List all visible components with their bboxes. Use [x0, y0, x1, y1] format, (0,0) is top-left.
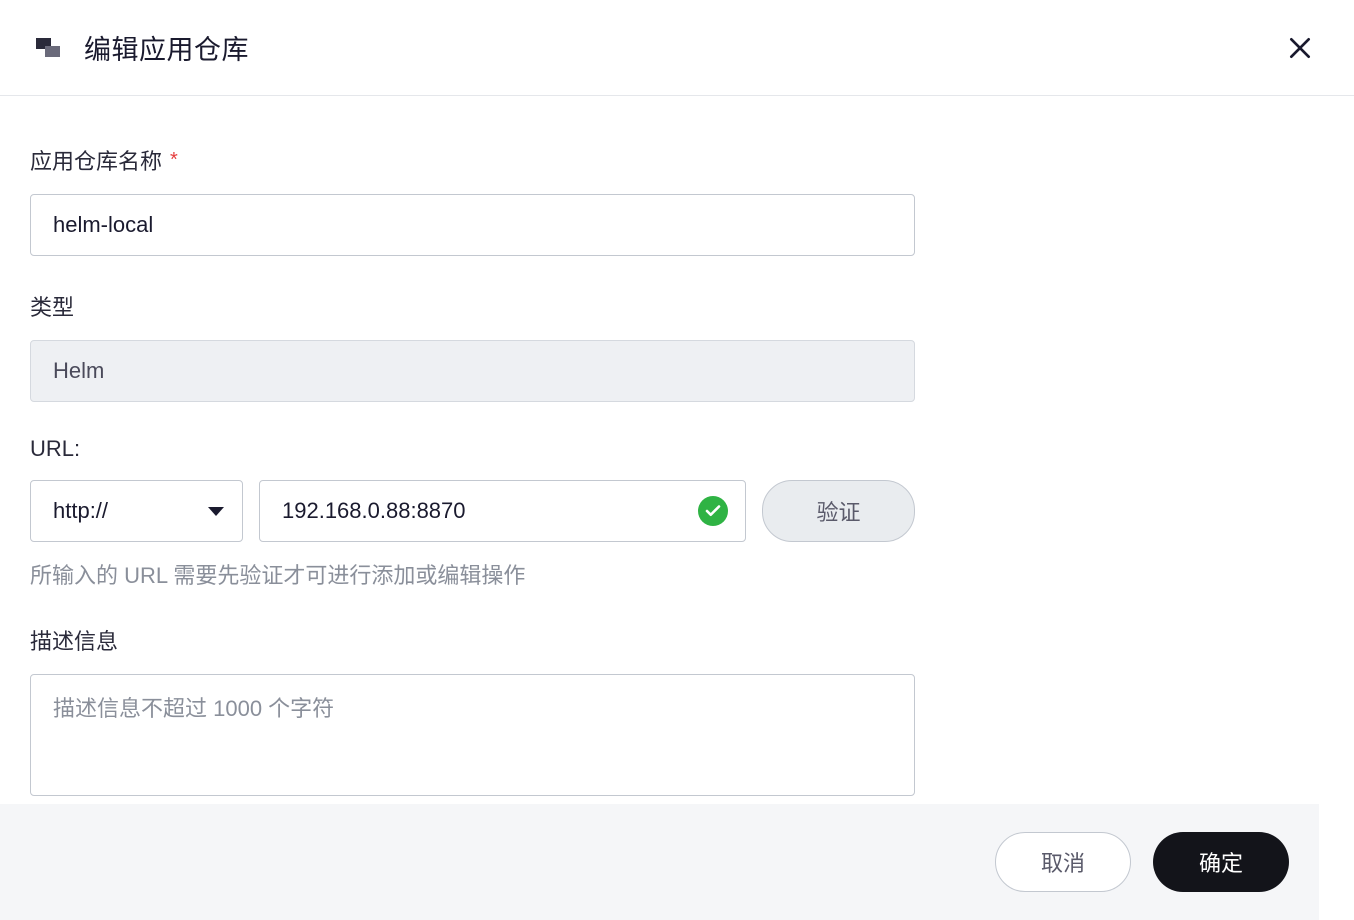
name-field: 应用仓库名称 * [30, 144, 915, 256]
type-input [30, 340, 915, 402]
url-field: URL: http:// 验证 所输入的 URL 需要先验证才可进行添加或编辑操… [30, 436, 915, 590]
name-label-text: 应用仓库名称 [30, 144, 162, 176]
description-label: 描述信息 [30, 624, 915, 656]
url-row: http:// 验证 [30, 480, 915, 542]
protocol-value: http:// [53, 498, 108, 524]
url-input-wrapper [259, 480, 746, 542]
cancel-button[interactable]: 取消 [995, 832, 1131, 892]
form-content: 应用仓库名称 * 类型 URL: http:// 验证 所输 [0, 96, 945, 865]
description-field: 描述信息 [30, 624, 915, 801]
header-left: 编辑应用仓库 [34, 28, 249, 67]
protocol-select[interactable]: http:// [30, 480, 243, 542]
description-input[interactable] [30, 674, 915, 796]
dialog-title: 编辑应用仓库 [84, 28, 249, 67]
url-input[interactable] [259, 480, 746, 542]
close-button[interactable] [1284, 32, 1316, 64]
type-label: 类型 [30, 290, 915, 322]
confirm-button[interactable]: 确定 [1153, 832, 1289, 892]
verify-button[interactable]: 验证 [762, 480, 915, 542]
url-hint: 所输入的 URL 需要先验证才可进行添加或编辑操作 [30, 558, 915, 590]
repo-icon [34, 34, 62, 62]
name-input[interactable] [30, 194, 915, 256]
dialog-header: 编辑应用仓库 [0, 0, 1354, 96]
chevron-down-icon [208, 507, 224, 516]
check-icon [698, 496, 728, 526]
name-label: 应用仓库名称 * [30, 144, 915, 176]
dialog-footer: 取消 确定 [0, 804, 1319, 920]
url-label: URL: [30, 436, 915, 462]
type-field: 类型 [30, 290, 915, 402]
required-indicator: * [170, 149, 178, 172]
